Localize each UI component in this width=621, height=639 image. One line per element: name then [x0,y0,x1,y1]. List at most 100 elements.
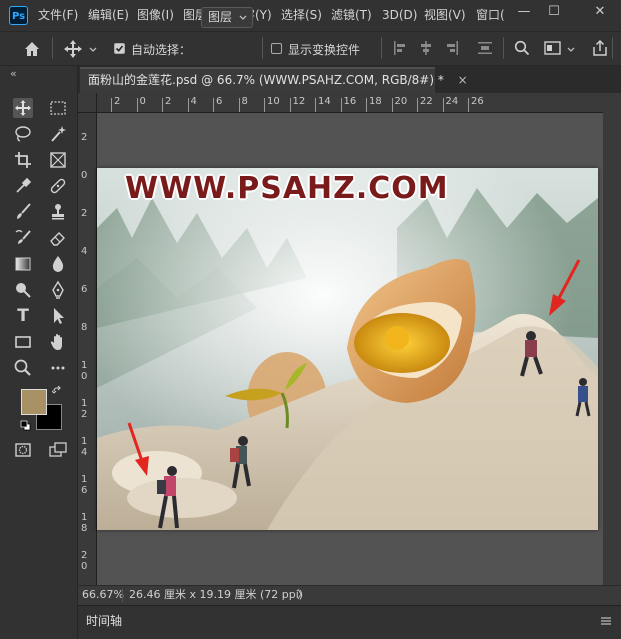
panel-menu-icon[interactable] [599,615,613,627]
chevron-down-icon[interactable] [88,44,98,54]
ruler-tick-label: 12 [292,96,306,107]
align-left-icon[interactable] [392,40,408,56]
divider [262,37,263,59]
eyedropper-tool-icon[interactable] [13,176,33,196]
close-tab-icon[interactable]: × [458,73,468,87]
ruler-tick-label: 2 [81,208,88,219]
minimize-button[interactable]: — [509,0,539,24]
home-icon[interactable] [22,39,42,59]
ruler-tick-label: 8 [241,96,248,107]
clone-stamp-tool-icon[interactable] [48,202,68,222]
timeline-panel: 时间轴 [78,605,621,639]
ruler-tick-label: 1 4 [81,436,88,458]
ruler-tick-label: 22 [420,96,433,107]
document-canvas[interactable] [97,168,598,530]
type-tool-icon[interactable]: T [13,306,33,326]
quick-selection-tool-icon[interactable] [48,124,68,144]
timeline-tab[interactable]: 时间轴 [86,612,122,629]
eraser-tool-icon[interactable] [48,228,68,248]
photoshop-logo[interactable]: Ps [9,6,28,25]
ruler-tick-label: 2 [81,132,88,143]
auto-select-checkbox[interactable] [114,43,125,54]
more-tools-icon[interactable] [48,358,68,378]
zoom-tool-icon[interactable] [13,358,33,378]
screen-mode-icon[interactable] [48,440,68,460]
menu-3d[interactable]: 3D(D) [382,0,417,31]
frame-tool-icon[interactable] [48,150,68,170]
blur-tool-icon[interactable] [48,254,68,274]
hand-tool-icon[interactable] [48,332,68,352]
menu-select[interactable]: 选择(S) [281,0,322,31]
brush-tool-icon[interactable] [13,202,33,222]
healing-brush-tool-icon[interactable] [48,176,68,196]
close-window-button[interactable]: ✕ [585,0,615,24]
chevron-down-icon[interactable] [566,44,576,54]
quick-mask-icon[interactable] [13,440,33,460]
zoom-level[interactable]: 66.67% [82,586,124,604]
auto-select-label: 自动选择： [131,43,192,57]
ruler-tick-label: 20 [394,96,408,107]
status-bar: 66.67% 26.46 厘米 x 19.19 厘米 (72 ppi) 〉 [78,585,621,605]
document-tab-title: 面粉山的金莲花.psd @ 66.7% (WWW.PSAHZ.COM, RGB/… [88,73,444,87]
ruler-tick [264,98,265,112]
workspace-icon[interactable] [544,40,562,56]
document-tab[interactable]: 面粉山的金莲花.psd @ 66.7% (WWW.PSAHZ.COM, RGB/… [80,67,468,93]
ruler-tick [187,98,189,112]
swap-colors-icon[interactable] [51,385,64,398]
dodge-tool-icon[interactable] [13,280,33,300]
rectangle-tool-icon[interactable] [13,332,33,352]
ruler-tick-label: 2 0 [81,550,88,572]
pen-tool-icon[interactable] [48,280,68,300]
divider [381,37,382,59]
vertical-scrollbar[interactable] [603,93,621,585]
menu-view[interactable]: 视图(V) [424,0,466,31]
path-selection-tool-icon[interactable] [48,306,68,326]
document-info: 26.46 厘米 x 19.19 厘米 (72 ppi) [129,588,304,601]
show-transform-checkbox[interactable] [271,43,282,54]
collapse-panel-icon[interactable]: « [10,67,17,80]
divider [503,37,504,59]
crop-tool-icon[interactable] [13,150,33,170]
default-colors-icon[interactable] [20,420,31,431]
ruler-origin[interactable] [78,93,97,113]
menu-image[interactable]: 图像(I) [137,0,174,31]
search-icon[interactable] [514,40,530,56]
divider [122,589,123,602]
menu-file[interactable]: 文件(F) [38,0,78,31]
foreground-color-swatch[interactable] [21,389,47,415]
ruler-tick [238,98,240,112]
ruler-tick [213,98,214,112]
menu-filter[interactable]: 滤镜(T) [331,0,372,31]
watermark-text-layer: WWW.PSAHZ.COM [125,171,449,206]
menu-window[interactable]: 窗口( [476,0,505,31]
ruler-tick-label: 1 0 [81,360,88,382]
menu-edit[interactable]: 编辑(E) [88,0,129,31]
ruler-tick-label: 1 6 [81,474,88,496]
ruler-tick [136,98,138,112]
auto-select-target-dropdown[interactable]: 图层 [201,7,253,28]
ruler-tick-label: 10 [267,96,280,107]
divider [52,37,53,59]
ruler-tick [340,98,342,112]
marquee-tool-icon[interactable] [48,98,68,118]
align-horizontal-center-icon[interactable] [418,40,434,56]
gradient-tool-icon[interactable] [13,254,33,274]
ruler-tick [468,98,469,112]
move-tool-preset-icon[interactable] [63,39,83,59]
status-menu-arrow[interactable]: 〉 [297,586,308,604]
history-brush-tool-icon[interactable] [13,228,33,248]
restore-button[interactable]: ☐ [539,0,569,24]
ruler-tick-label: 26 [471,96,484,107]
dropdown-value: 图层 [208,10,233,24]
lasso-tool-icon[interactable] [13,124,33,144]
share-icon[interactable] [591,39,609,57]
divider [612,37,613,59]
ruler-tick-label: 16 [343,96,357,107]
ruler-tick [162,98,163,112]
ruler-tick [442,98,444,112]
distribute-icon[interactable] [477,40,493,56]
canvas-artwork [97,168,598,530]
align-right-icon[interactable] [444,40,460,56]
move-tool-icon[interactable] [13,98,33,118]
ruler-tick [391,98,393,112]
